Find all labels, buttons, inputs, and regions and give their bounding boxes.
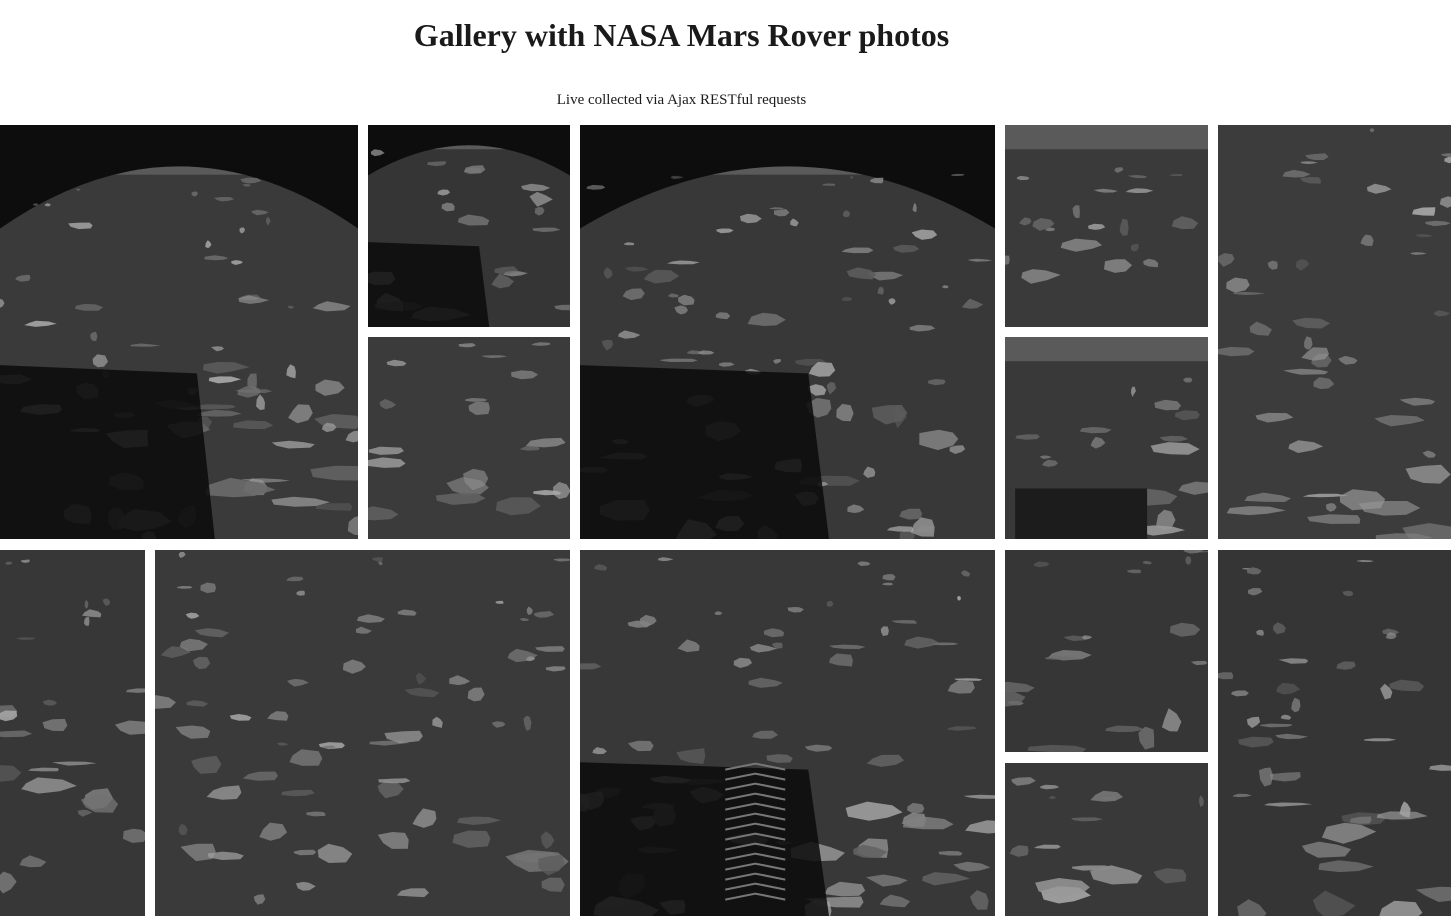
gallery-photo[interactable] <box>1005 125 1208 327</box>
mars-photo-image <box>580 550 995 916</box>
gallery-photo[interactable] <box>1218 550 1451 916</box>
photo-gallery <box>0 125 1451 916</box>
rock <box>882 574 896 581</box>
gallery-photo[interactable] <box>1218 125 1451 539</box>
rock <box>1218 672 1234 680</box>
rover-shadow <box>580 762 829 916</box>
gallery-photo[interactable] <box>368 337 570 539</box>
rover-shadow <box>0 365 215 539</box>
terrain-ground <box>1005 763 1208 916</box>
page-subtitle: Live collected via Ajax RESTful requests <box>556 92 807 108</box>
gallery-photo[interactable] <box>580 125 995 539</box>
gallery-photo[interactable] <box>1005 337 1208 539</box>
gallery-photo[interactable] <box>580 550 995 916</box>
gallery-photo[interactable] <box>0 125 358 539</box>
mars-photo-image <box>1005 763 1208 916</box>
gallery-photo[interactable] <box>1005 550 1208 752</box>
mars-photo-image <box>368 125 570 327</box>
rover-shadow <box>580 365 829 539</box>
terrain-ground <box>155 550 570 916</box>
gallery-photo[interactable] <box>1005 763 1208 916</box>
gallery-photo[interactable] <box>0 550 145 916</box>
terrain-ground <box>368 337 570 539</box>
sky-band <box>1005 337 1208 362</box>
mars-photo-image <box>1005 550 1208 752</box>
mars-photo-image <box>1218 550 1451 916</box>
mars-photo-image <box>0 125 358 539</box>
gallery-photo[interactable] <box>155 550 570 916</box>
mars-photo-image <box>580 125 995 539</box>
gallery-photo[interactable] <box>368 125 570 327</box>
mars-photo-image <box>368 337 570 539</box>
rover-deck <box>1015 488 1148 539</box>
mars-photo-image <box>1005 337 1208 539</box>
rover-shadow <box>368 242 490 327</box>
mars-photo-image <box>1005 125 1208 327</box>
sky-band <box>1005 125 1208 150</box>
mars-photo-image <box>0 550 145 916</box>
mars-photo-image <box>155 550 570 916</box>
page-title: Gallery with NASA Mars Rover photos <box>413 17 950 53</box>
mars-photo-image <box>1218 125 1451 539</box>
rock <box>1218 346 1255 357</box>
